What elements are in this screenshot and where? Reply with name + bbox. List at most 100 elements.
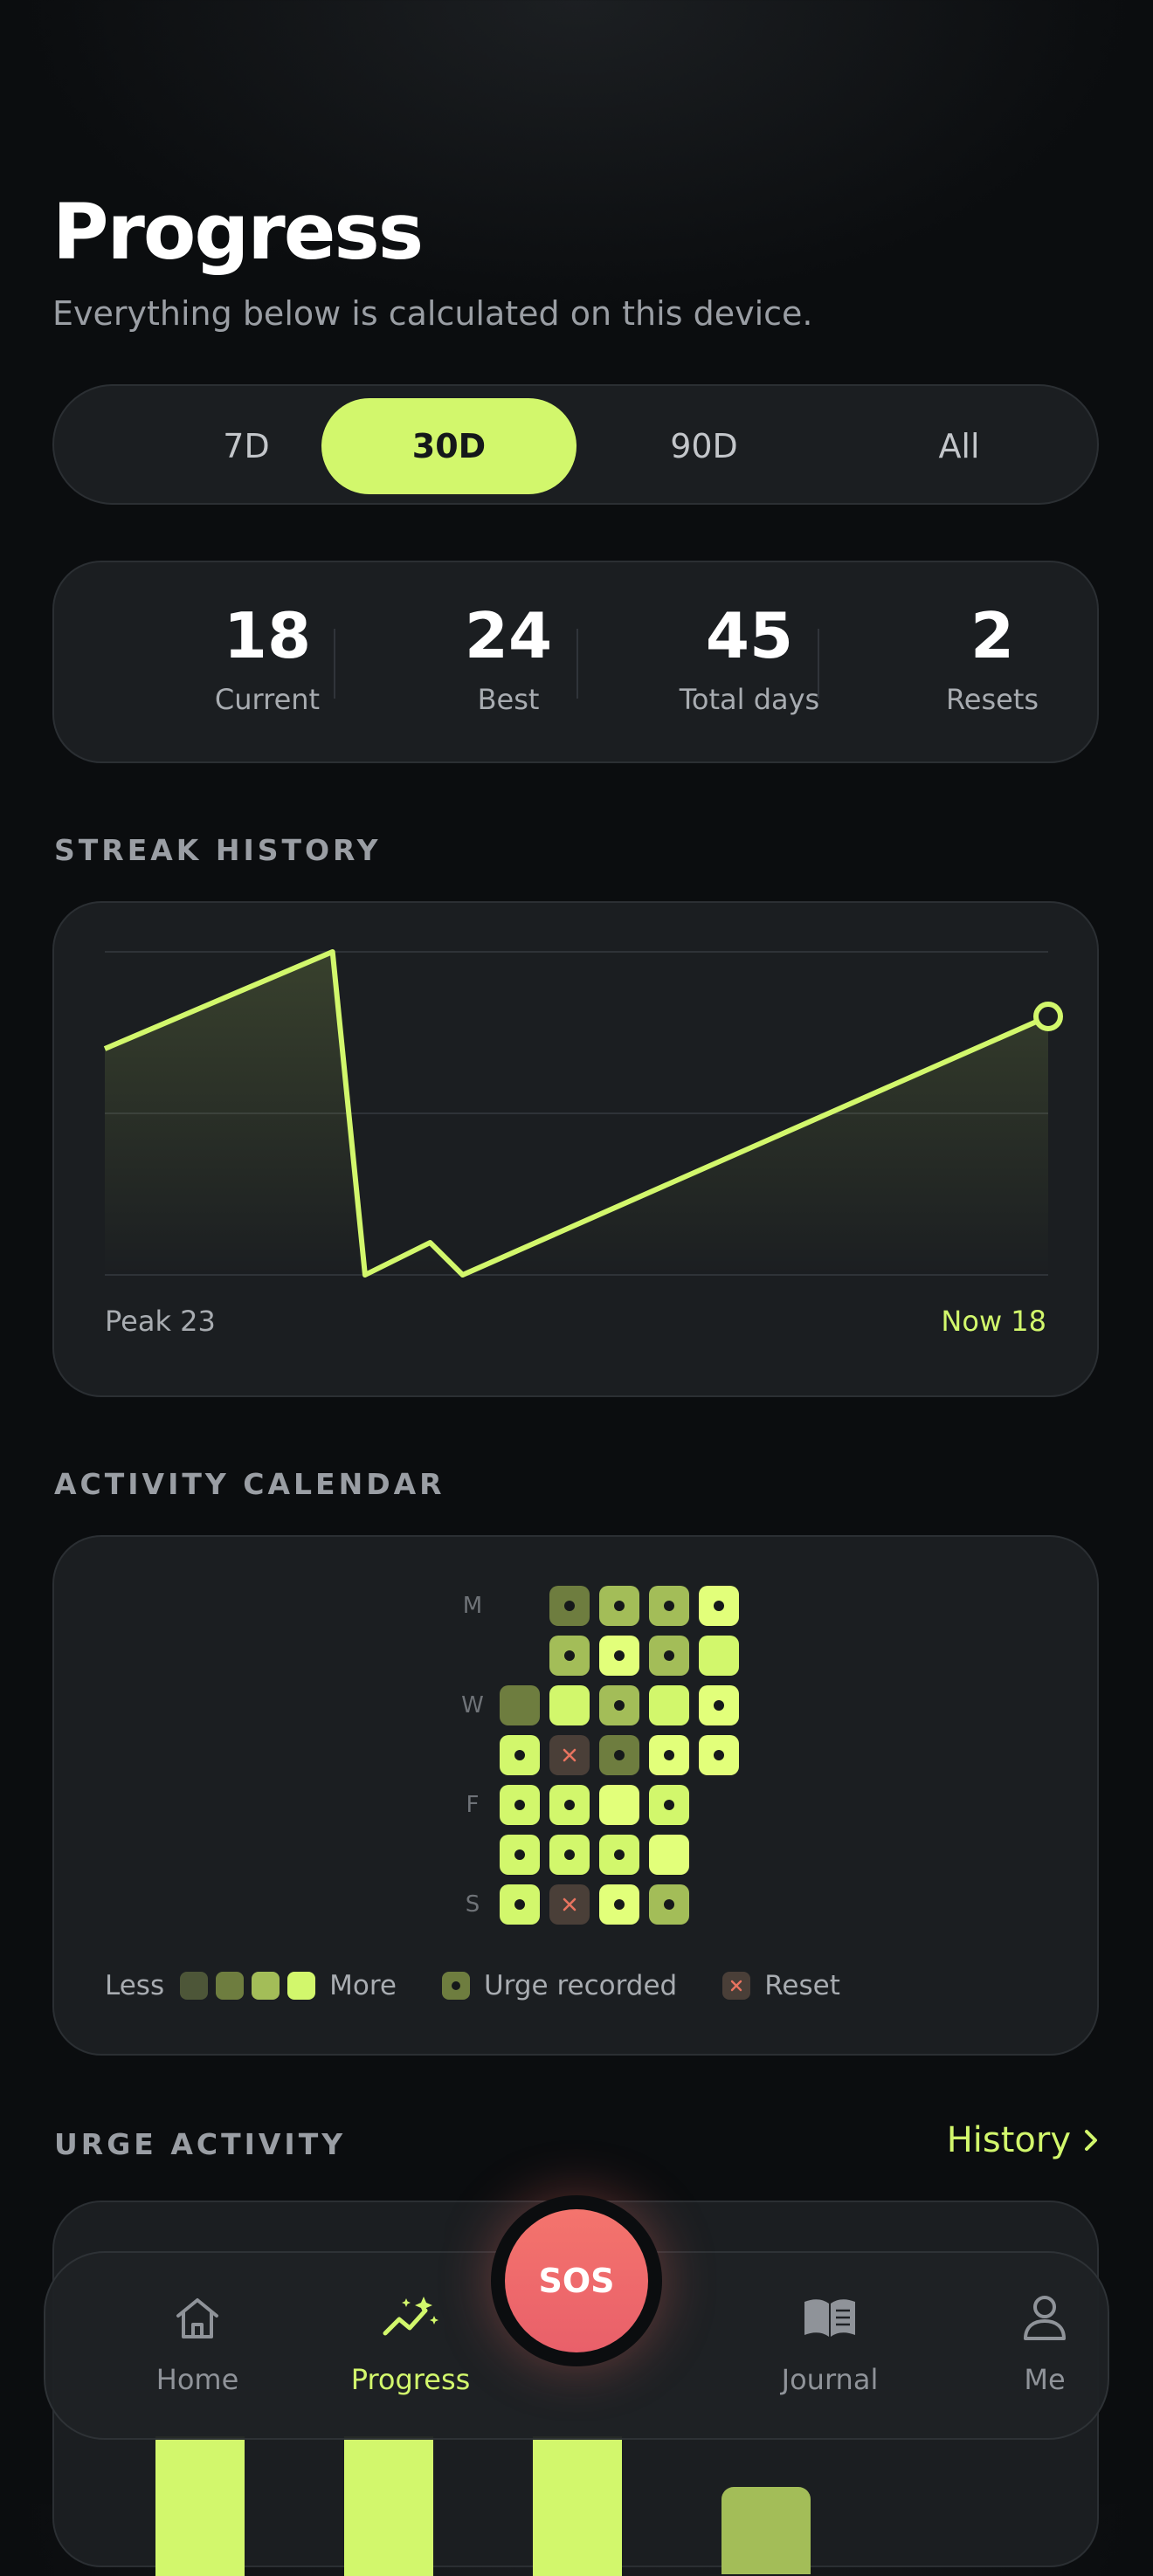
calendar-day-cell[interactable] (500, 1735, 540, 1775)
stat-divider (818, 629, 819, 699)
urge-bar (721, 2487, 811, 2574)
history-link-label: History (946, 2120, 1071, 2160)
legend-more: More (329, 1970, 397, 2001)
urge-dot-icon (564, 1650, 575, 1661)
calendar-day-cell[interactable] (500, 1884, 540, 1925)
urge-dot-icon (714, 1750, 724, 1760)
stat-divider (576, 629, 578, 699)
history-link[interactable]: History (947, 2120, 1099, 2160)
home-icon (176, 2298, 218, 2338)
urge-dot-icon (714, 1700, 724, 1711)
calendar-day-cell[interactable] (549, 1835, 590, 1875)
page-title: Progress (52, 187, 424, 277)
current-point-marker[interactable] (1033, 1002, 1063, 1031)
calendar-grid: M W F S (54, 1537, 1097, 1947)
sos-button[interactable]: SOS (505, 2209, 648, 2352)
calendar-day-cell[interactable] (549, 1636, 590, 1676)
stat-current: 18 Current (147, 604, 388, 716)
urge-dot-icon (664, 1650, 674, 1661)
urge-dot-icon (564, 1849, 575, 1860)
calendar-day-cell[interactable] (699, 1735, 739, 1775)
legend-less: Less (105, 1970, 165, 2001)
streak-chart-card: Peak 23 Now 18 (52, 901, 1099, 1397)
legend-reset: Reset (764, 1970, 840, 2001)
calendar-day-cell[interactable] (549, 1884, 590, 1925)
calendar-day-cell[interactable] (699, 1685, 739, 1725)
urge-bar (533, 2436, 622, 2576)
calendar-day-cell[interactable] (649, 1636, 689, 1676)
nav-item-home[interactable]: Home (110, 2293, 285, 2396)
calendar-day-cell[interactable] (500, 1685, 540, 1725)
calendar-legend: Less More Urge recorded Reset (105, 1970, 856, 2001)
urge-dot-icon (441, 1972, 470, 2000)
legend-swatch (216, 1972, 245, 2000)
day-label: W (461, 1692, 484, 1718)
calendar-day-cell[interactable] (699, 1636, 739, 1676)
stat-label: Current (214, 683, 321, 716)
nav-label: Home (155, 2363, 239, 2396)
range-selector: 7D 30D 90D All (52, 384, 1099, 505)
section-label-activity-calendar: ACTIVITY CALENDAR (54, 1467, 445, 1501)
stat-value: 24 (464, 599, 553, 672)
calendar-day-cell[interactable] (500, 1835, 540, 1875)
tab-90d[interactable]: 90D (576, 398, 832, 494)
reset-x-icon (563, 1898, 576, 1911)
calendar-day-cell[interactable] (699, 1586, 739, 1626)
tab-all[interactable]: All (832, 398, 1087, 494)
chevron-right-icon (1085, 2130, 1097, 2151)
urge-dot-icon (514, 1849, 525, 1860)
sos-ring: SOS (491, 2195, 662, 2366)
nav-label: Me (1024, 2363, 1066, 2396)
nav-item-journal[interactable]: Journal (742, 2293, 917, 2396)
calendar-day-cell[interactable] (500, 1785, 540, 1825)
stat-label: Resets (945, 683, 1039, 716)
tab-30d[interactable]: 30D (321, 398, 576, 494)
section-label-streak-history: STREAK HISTORY (54, 833, 382, 867)
calendar-day-cell[interactable] (649, 1835, 689, 1875)
calendar-day-cell[interactable] (599, 1785, 639, 1825)
urge-dot-icon (614, 1849, 625, 1860)
urge-dot-icon (564, 1601, 575, 1611)
urge-dot-icon (614, 1700, 625, 1711)
stat-best: 24 Best (388, 604, 629, 716)
stat-label: Total days (679, 683, 820, 716)
calendar-day-cell[interactable] (549, 1785, 590, 1825)
calendar-day-cell[interactable] (549, 1586, 590, 1626)
nav-item-me[interactable]: Me (957, 2293, 1132, 2396)
section-label-urge-activity: URGE ACTIVITY (54, 2127, 347, 2161)
page-subtitle: Everything below is calculated on this d… (52, 294, 813, 333)
urge-bar (344, 2436, 433, 2576)
calendar-day-cell[interactable] (599, 1735, 639, 1775)
urge-dot-icon (714, 1601, 724, 1611)
calendar-day-cell[interactable] (599, 1586, 639, 1626)
legend-urge: Urge recorded (483, 1970, 678, 2001)
urge-dot-icon (514, 1899, 525, 1910)
calendar-day-cell[interactable] (649, 1735, 689, 1775)
stats-card: 18 Current 24 Best 45 Total days 2 Reset… (52, 561, 1099, 763)
calendar-day-cell[interactable] (599, 1884, 639, 1925)
calendar-day-cell[interactable] (599, 1685, 639, 1725)
calendar-day-cell[interactable] (599, 1835, 639, 1875)
stat-total-days: 45 Total days (629, 604, 870, 716)
calendar-day-cell[interactable] (649, 1785, 689, 1825)
day-label: F (466, 1792, 480, 1818)
book-icon (804, 2299, 855, 2337)
calendar-day-cell[interactable] (649, 1884, 689, 1925)
calendar-day-cell[interactable] (649, 1586, 689, 1626)
urge-dot-icon (664, 1601, 674, 1611)
urge-dot-icon (664, 1750, 674, 1760)
urge-dot-icon (614, 1899, 625, 1910)
trend-icon (383, 2297, 438, 2336)
activity-calendar-card: M W F S Less More Urge recorded Reset (52, 1535, 1099, 2056)
urge-bar (155, 2436, 245, 2576)
stat-divider (334, 629, 335, 699)
calendar-day-cell[interactable] (549, 1685, 590, 1725)
urge-dot-icon (514, 1800, 525, 1810)
calendar-day-cell[interactable] (649, 1685, 689, 1725)
legend-swatch (287, 1972, 316, 2000)
nav-item-progress[interactable]: Progress (323, 2293, 498, 2396)
reset-x-icon (563, 1748, 576, 1762)
calendar-day-cell[interactable] (549, 1735, 590, 1775)
calendar-day-cell[interactable] (599, 1636, 639, 1676)
nav-label: Progress (350, 2363, 471, 2396)
